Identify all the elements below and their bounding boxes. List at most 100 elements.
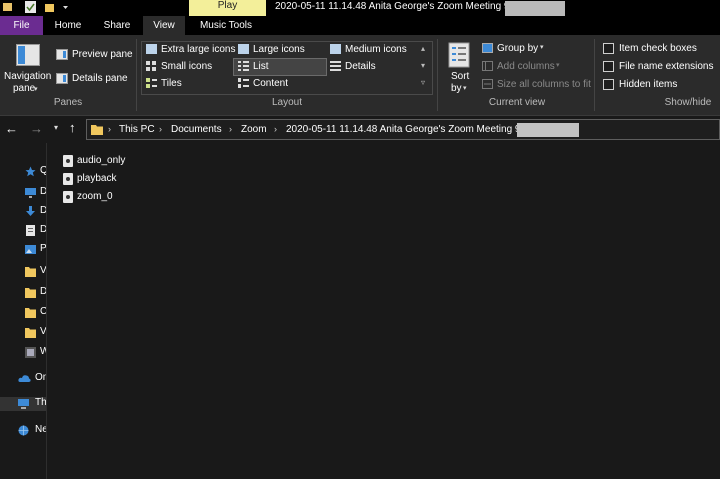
- nav-item-label: Q: [40, 165, 46, 176]
- video-icon: [25, 347, 36, 358]
- up-arrow-icon[interactable]: ↑: [69, 120, 76, 135]
- nav-item-videos[interactable]: W: [0, 346, 46, 360]
- sort-by-icon: [448, 42, 470, 71]
- medium-icons-option[interactable]: Medium icons: [345, 44, 407, 55]
- group-divider: [136, 39, 137, 111]
- add-columns-button[interactable]: Add columns: [497, 61, 555, 72]
- breadcrumb-this-pc[interactable]: This PC: [119, 124, 155, 135]
- small-icons-icon: [146, 61, 157, 74]
- play-contextual-tab[interactable]: Play: [189, 0, 266, 16]
- size-all-columns-icon: [482, 79, 493, 92]
- breadcrumb-chevron-icon[interactable]: ›: [229, 124, 232, 134]
- this-pc-icon: [18, 398, 29, 409]
- recent-locations-chevron-icon[interactable]: ▾: [54, 123, 58, 132]
- nav-item-downloads[interactable]: D: [0, 205, 46, 219]
- hidden-items-checkbox[interactable]: [603, 79, 614, 90]
- nav-item-desktop[interactable]: D: [0, 186, 46, 200]
- nav-item-documents[interactable]: D: [0, 224, 46, 238]
- redacted-block: [517, 123, 579, 137]
- nav-item-pictures[interactable]: P: [0, 243, 46, 257]
- file-list: audio_only playback zoom_0: [47, 143, 720, 479]
- media-file-icon: [63, 173, 73, 185]
- download-icon: [25, 206, 36, 217]
- size-all-columns-button[interactable]: Size all columns to fit: [497, 79, 591, 90]
- nav-item-network[interactable]: Ne: [0, 424, 46, 438]
- nav-item-label: D: [40, 186, 46, 197]
- star-icon: [25, 166, 36, 177]
- folder-icon: [25, 327, 36, 338]
- file-name: audio_only: [77, 155, 126, 166]
- breadcrumb-chevron-icon[interactable]: ›: [159, 124, 162, 134]
- nav-item-label: D: [40, 286, 46, 297]
- list-icon: [238, 61, 249, 74]
- gallery-scroll-down-icon[interactable]: ▾: [421, 61, 425, 70]
- file-name-extensions-label: File name extensions: [619, 61, 714, 72]
- breadcrumb-meeting-folder[interactable]: 2020-05-11 11.14.48 Anita George's Zoom …: [286, 124, 520, 135]
- chevron-down-icon: ▾: [34, 86, 38, 93]
- nav-item-folder[interactable]: V: [0, 265, 46, 279]
- nav-item-label: W: [40, 346, 46, 357]
- ribbon-tabs: File Home Share View Music Tools: [0, 16, 720, 35]
- nav-item-label: C: [40, 306, 46, 317]
- breadcrumb-chevron-icon[interactable]: ›: [274, 124, 277, 134]
- nav-item-label: Ne: [35, 424, 46, 435]
- preview-pane-button[interactable]: Preview pane: [72, 49, 133, 60]
- chevron-down-icon: ▾: [463, 85, 467, 92]
- breadcrumb-zoom[interactable]: Zoom: [241, 124, 267, 135]
- folder-icon: [25, 287, 36, 298]
- list-option[interactable]: List: [253, 61, 269, 72]
- customize-quick-access-icon[interactable]: [60, 1, 71, 13]
- folder-icon: [25, 307, 36, 318]
- preview-pane-icon: [56, 49, 68, 63]
- tiles-option[interactable]: Tiles: [161, 78, 182, 89]
- breadcrumb-chevron-icon[interactable]: ›: [108, 124, 111, 134]
- nav-item-quick-access[interactable]: Q: [0, 165, 46, 179]
- add-columns-icon: [482, 61, 493, 74]
- nav-item-folder[interactable]: D: [0, 286, 46, 300]
- nav-item-this-pc[interactable]: Th: [0, 397, 46, 411]
- sort-by-button-line2[interactable]: by: [451, 83, 462, 94]
- details-pane-button[interactable]: Details pane: [72, 73, 128, 84]
- details-option[interactable]: Details: [345, 61, 376, 72]
- properties-quick-access-icon[interactable]: [25, 1, 36, 13]
- content-option[interactable]: Content: [253, 78, 288, 89]
- address-bar[interactable]: › This PC › Documents › Zoom › 2020-05-1…: [86, 119, 720, 140]
- onedrive-icon: [18, 373, 31, 384]
- ribbon: Navigation pane ▾ Preview pane Details p…: [0, 35, 720, 116]
- pictures-icon: [25, 244, 36, 255]
- group-divider: [594, 39, 595, 111]
- tab-file[interactable]: File: [0, 16, 43, 35]
- large-icons-option[interactable]: Large icons: [253, 44, 305, 55]
- navigation-pane-icon: [16, 44, 40, 69]
- extra-large-icons-option[interactable]: Extra large icons: [161, 44, 235, 55]
- nav-item-folder[interactable]: C: [0, 306, 46, 320]
- gallery-scroll-up-icon[interactable]: ▴: [421, 44, 425, 53]
- new-folder-quick-access-icon[interactable]: [44, 1, 55, 13]
- forward-arrow-icon[interactable]: →: [30, 121, 43, 136]
- nav-item-onedrive[interactable]: On: [0, 372, 46, 386]
- nav-item-label: On: [35, 372, 46, 383]
- navigation-pane-button[interactable]: Navigation: [4, 71, 51, 82]
- navigation-pane-button-line2[interactable]: pane: [13, 83, 35, 94]
- hidden-items-label: Hidden items: [619, 79, 678, 90]
- item-check-boxes-checkbox[interactable]: [603, 43, 614, 54]
- navigation-pane: Q D D D P V D C V W On Th Ne: [0, 143, 47, 479]
- tab-view[interactable]: View: [143, 16, 185, 35]
- file-name-extensions-checkbox[interactable]: [603, 61, 614, 72]
- tab-share[interactable]: Share: [93, 16, 141, 35]
- medium-icons-icon: [330, 44, 341, 57]
- layout-group-label: Layout: [271, 97, 303, 108]
- gallery-expand-icon[interactable]: ▿: [421, 78, 425, 87]
- back-arrow-icon[interactable]: ←: [5, 121, 18, 136]
- explorer-app-icon: [2, 1, 13, 13]
- nav-item-folder[interactable]: V: [0, 326, 46, 340]
- group-by-button[interactable]: Group by: [497, 43, 538, 54]
- chevron-down-icon: ▾: [540, 44, 544, 51]
- sort-by-button[interactable]: Sort: [451, 71, 469, 82]
- tab-music-tools[interactable]: Music Tools: [190, 16, 262, 35]
- current-view-group-label: Current view: [488, 97, 546, 108]
- breadcrumb-documents[interactable]: Documents: [171, 124, 222, 135]
- tab-home[interactable]: Home: [46, 16, 90, 35]
- small-icons-option[interactable]: Small icons: [161, 61, 212, 72]
- nav-item-label: V: [40, 265, 46, 276]
